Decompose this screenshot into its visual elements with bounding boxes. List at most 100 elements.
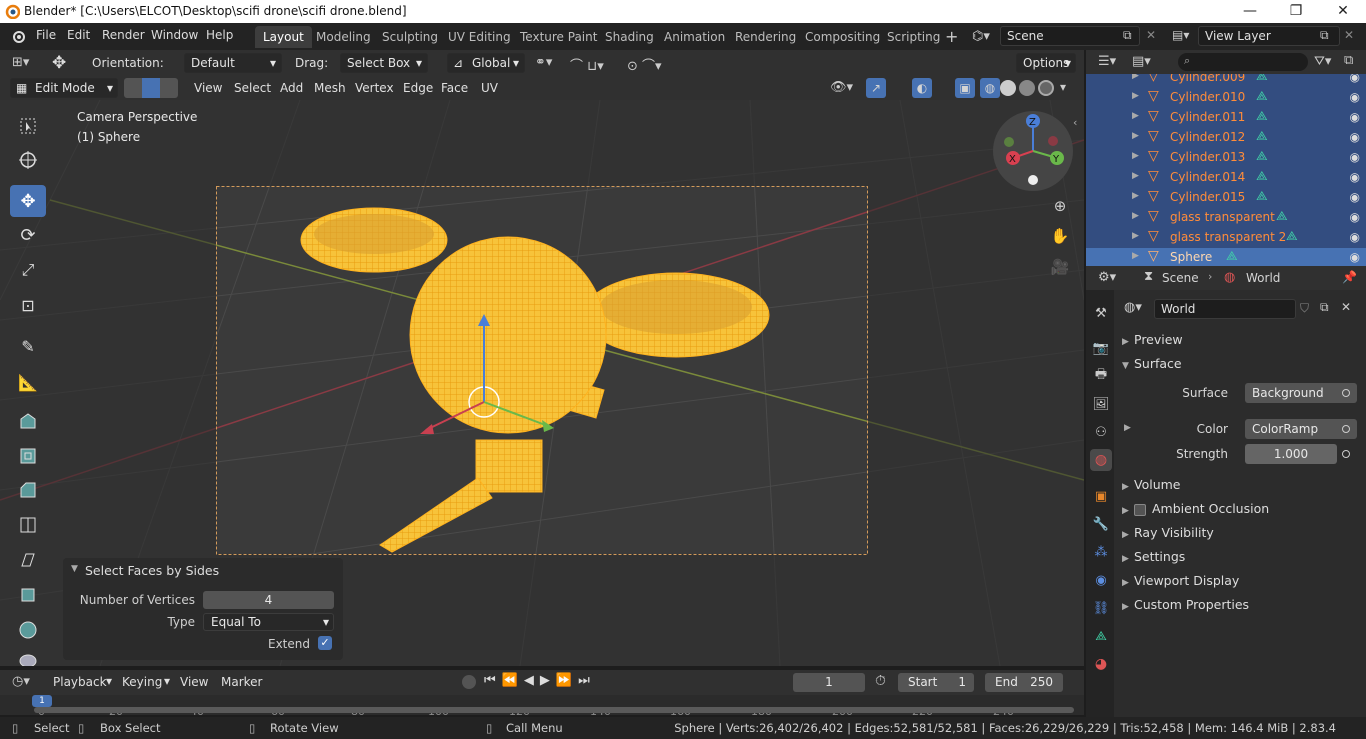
visibility-eye-icon[interactable]: ◉ (1350, 74, 1360, 84)
tab-layout[interactable]: Layout (255, 26, 312, 48)
editor-type-icon[interactable]: ⊞▾ (12, 55, 29, 70)
face-select-icon[interactable] (160, 78, 178, 98)
loop-cut-icon[interactable] (10, 509, 46, 541)
ambient-occlusion-checkbox[interactable] (1134, 503, 1146, 516)
strength-socket-icon[interactable] (1342, 450, 1350, 458)
spin-tool-icon[interactable] (10, 614, 46, 646)
maximize-button[interactable]: ❐ (1273, 0, 1319, 23)
bevel-tool-icon[interactable] (10, 474, 46, 506)
surface-shader-field[interactable]: Background (1245, 383, 1357, 403)
outliner-item-cylinder-013[interactable]: ▶ ▽ Cylinder.013 ⟁ ◉ (1086, 148, 1366, 168)
material-tab-icon[interactable]: ◕ (1090, 653, 1112, 675)
section-settings[interactable]: ▶ Settings (1122, 549, 1185, 564)
record-icon[interactable] (462, 675, 476, 689)
transform-tool-icon[interactable]: ⊡ (10, 289, 46, 321)
outliner-editor-icon[interactable]: ☰▾ (1098, 54, 1116, 69)
tab-uv-editing[interactable]: UV Editing (440, 26, 519, 48)
visibility-eye-icon[interactable]: ◉ (1350, 230, 1360, 244)
sidebar-toggle-icon[interactable]: ‹ (1073, 116, 1077, 129)
edge-select-icon[interactable] (142, 78, 160, 98)
timeline-scrollbar[interactable] (34, 707, 1074, 713)
filter-icon[interactable]: ⛛▾ (1314, 54, 1331, 69)
new-collection-icon[interactable]: ⧉ (1344, 53, 1353, 68)
color-input-field[interactable]: ColorRamp (1245, 419, 1357, 439)
outliner-item-cylinder-011[interactable]: ▶ ▽ Cylinder.011 ⟁ ◉ (1086, 108, 1366, 128)
scene-tab-icon[interactable]: ⚇ (1090, 421, 1112, 443)
menu-file[interactable]: File (36, 28, 56, 42)
menu-window[interactable]: Window (151, 28, 198, 42)
tab-scripting[interactable]: Scripting (879, 26, 948, 48)
section-surface[interactable]: ▼ Surface (1122, 356, 1182, 371)
world-tab-icon[interactable]: ◍ (1090, 449, 1112, 471)
scene-name-field[interactable]: Scene (1000, 26, 1140, 46)
select-tool-icon[interactable] (10, 110, 46, 142)
blender-menu-icon[interactable] (10, 29, 26, 45)
measure-tool-icon[interactable]: 📐 (10, 366, 46, 398)
material-shading-icon[interactable] (1019, 80, 1035, 96)
new-view-layer-icon[interactable]: ⧉ (1320, 28, 1329, 43)
mode-dropdown[interactable]: ▦ Edit Mode ▾ (10, 78, 118, 98)
type-dropdown[interactable]: Equal To ▾ (203, 613, 334, 631)
properties-editor-icon[interactable]: ⚙▾ (1098, 270, 1116, 285)
data-tab-icon[interactable]: ⟁ (1090, 625, 1112, 647)
menu-render[interactable]: Render (102, 28, 145, 42)
particles-tab-icon[interactable]: ⁂ (1090, 541, 1112, 563)
rotate-tool-icon[interactable]: ⟳ (10, 219, 46, 251)
new-scene-icon[interactable]: ⧉ (1123, 28, 1132, 43)
menu-face[interactable]: Face (441, 81, 468, 95)
visibility-eye-icon[interactable]: ◉ (1350, 130, 1360, 144)
cursor-tool-icon[interactable] (10, 144, 46, 176)
pivot-point-icon[interactable]: ⚭▾ (535, 55, 552, 70)
outliner-item-cylinder-010[interactable]: ▶ ▽ Cylinder.010 ⟁ ◉ (1086, 88, 1366, 108)
extend-checkbox[interactable]: ✓ (318, 636, 332, 650)
smooth-tool-icon[interactable] (10, 648, 46, 666)
fake-user-icon[interactable]: ⛉ (1300, 301, 1309, 316)
menu-uv[interactable]: UV (481, 81, 498, 95)
solid-shading-icon[interactable] (1000, 80, 1016, 96)
options-dropdown[interactable]: Options ▾ (1016, 53, 1076, 73)
output-tab-icon[interactable]: 🖶 (1090, 365, 1112, 387)
tab-texture-paint[interactable]: Texture Paint (512, 26, 605, 48)
section-viewport-display[interactable]: ▶ Viewport Display (1122, 573, 1239, 588)
3d-viewport[interactable]: Camera Perspective (1) Sphere Z Y X ⊕ ✋ … (0, 100, 1084, 666)
xray-icon[interactable]: ▣ (955, 78, 975, 98)
menu-edit[interactable]: Edit (67, 28, 90, 42)
unlink-world-icon[interactable]: ✕ (1341, 300, 1351, 314)
view-layer-field[interactable]: View Layer (1198, 26, 1340, 46)
tab-rendering[interactable]: Rendering (727, 26, 804, 48)
pan-hand-icon[interactable]: ✋ (1049, 225, 1071, 247)
menu-add[interactable]: Add (280, 81, 303, 95)
world-name-field[interactable]: World (1154, 299, 1296, 319)
tab-shading[interactable]: Shading (597, 26, 662, 48)
world-browse-icon[interactable]: ◍▾ (1124, 300, 1142, 315)
scene-selector-icon[interactable]: ⌬▾ (972, 29, 990, 44)
delete-view-layer-icon[interactable]: ✕ (1344, 28, 1354, 42)
section-preview[interactable]: ▶ Preview (1122, 332, 1183, 347)
visibility-eye-icon[interactable]: ◉ (1350, 210, 1360, 224)
preview-range-icon[interactable]: ⏱ (875, 673, 886, 689)
section-ambient-occlusion[interactable]: ▶ Ambient Occlusion (1122, 501, 1269, 516)
visibility-eye-icon[interactable]: ◉ (1350, 250, 1360, 264)
modifier-tab-icon[interactable]: 🔧 (1090, 513, 1112, 535)
visibility-eye-icon[interactable]: ◉ (1350, 150, 1360, 164)
menu-edge[interactable]: Edge (403, 81, 433, 95)
tab-compositing[interactable]: Compositing (797, 26, 888, 48)
camera-view-icon[interactable]: 🎥 (1049, 256, 1071, 278)
visibility-eye-icon[interactable]: ◉ (1350, 170, 1360, 184)
constraints-tab-icon[interactable]: ⛓ (1090, 597, 1112, 619)
view-layer-tab-icon[interactable]: 🖼 (1090, 393, 1112, 415)
current-frame-field[interactable]: 1 (793, 673, 865, 692)
delete-scene-icon[interactable]: ✕ (1146, 28, 1156, 42)
menu-timeline-view[interactable]: View (180, 675, 208, 689)
menu-playback[interactable]: Playback (53, 675, 107, 689)
tab-animation[interactable]: Animation (656, 26, 733, 48)
outliner-item-glass-transparent-2[interactable]: ▶ ▽ glass transparent 2 ⟁ ◉ (1086, 228, 1366, 248)
outliner-item-cylinder-014[interactable]: ▶ ▽ Cylinder.014 ⟁ ◉ (1086, 168, 1366, 188)
move-tool-button-icon[interactable]: ✥ (10, 185, 46, 217)
menu-view[interactable]: View (194, 81, 222, 95)
visibility-eye-icon[interactable]: ◉ (1350, 110, 1360, 124)
tab-modeling[interactable]: Modeling (308, 26, 379, 48)
section-ray-visibility[interactable]: ▶ Ray Visibility (1122, 525, 1214, 540)
pin-icon[interactable]: 📌 (1342, 270, 1357, 284)
add-workspace-button[interactable]: + (945, 27, 958, 46)
